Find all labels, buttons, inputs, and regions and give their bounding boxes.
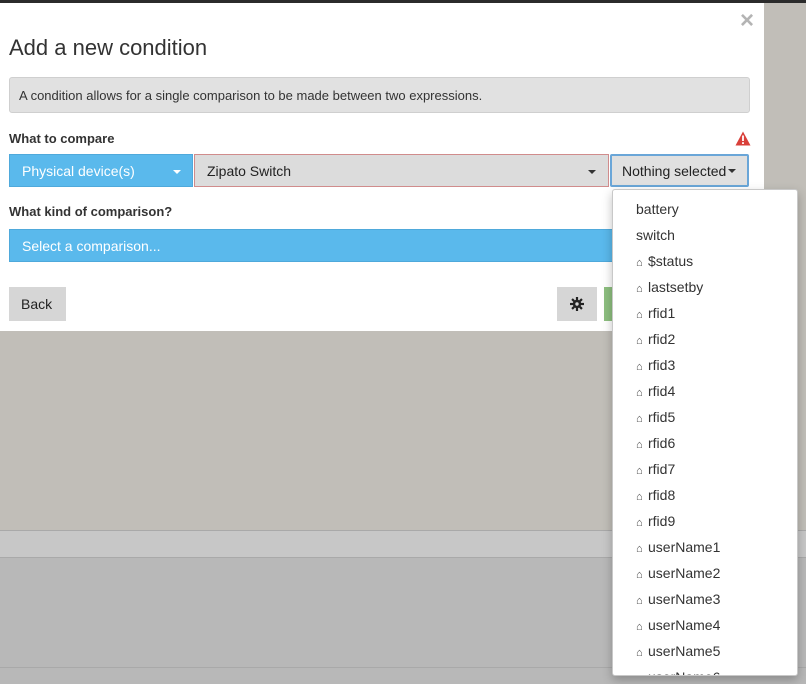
home-icon: ⌂ [636, 465, 643, 477]
home-icon: ⌂ [636, 621, 643, 633]
dropdown-item[interactable]: ⌂userName6 [613, 664, 797, 675]
what-to-compare-label: What to compare [9, 131, 115, 146]
device-select-value: Zipato Switch [207, 163, 292, 179]
dropdown-item-label: rfid8 [648, 487, 676, 503]
dropdown-item[interactable]: ⌂ rfid6 [613, 430, 797, 456]
attribute-dropdown-list: battery switch ⌂ $status ⌂ lastsetby ⌂ rfid1 ⌂ rf… [613, 196, 797, 675]
chevron-down-icon [728, 169, 736, 173]
home-icon: ⌂ [636, 491, 643, 503]
home-icon: ⌂ [636, 413, 643, 425]
physical-device-label: Physical device(s) [22, 163, 135, 179]
dropdown-item-label: rfid9 [648, 513, 676, 529]
dropdown-item-label: userName5 [648, 643, 721, 659]
dropdown-item-label: lastsetby [648, 279, 704, 295]
dropdown-item[interactable]: ⌂ rfid3 [613, 352, 797, 378]
dropdown-item[interactable]: ⌂ rfid7 [613, 456, 797, 482]
home-icon: ⌂ [636, 257, 643, 269]
attribute-select-value: Nothing selected [622, 163, 726, 179]
dropdown-item[interactable]: battery [613, 196, 797, 222]
attribute-select-button[interactable]: Nothing selected [610, 154, 749, 187]
dropdown-item-label: $status [648, 253, 694, 269]
dropdown-item-label: rfid2 [648, 331, 676, 347]
home-icon: ⌂ [636, 309, 643, 321]
dropdown-item-label: rfid3 [648, 357, 676, 373]
dropdown-item-label: rfid5 [648, 409, 676, 425]
comparison-label: What kind of comparison? [9, 204, 173, 219]
modal-title: Add a new condition [9, 35, 208, 60]
dropdown-item[interactable]: ⌂ userName1 [613, 534, 797, 560]
info-alert: A condition allows for a single comparis… [9, 77, 750, 113]
dropdown-item-label: rfid1 [648, 305, 676, 321]
comparison-placeholder: Select a comparison... [22, 238, 161, 254]
warning-icon [735, 131, 751, 146]
home-icon: ⌂ [636, 283, 643, 295]
dropdown-item[interactable]: ⌂ lastsetby [613, 274, 797, 300]
settings-button[interactable] [557, 287, 597, 321]
dropdown-item[interactable]: ⌂ userName3 [613, 586, 797, 612]
attribute-dropdown-menu: battery switch ⌂ $status ⌂ lastsetby ⌂ rfid1 ⌂ rf… [612, 189, 798, 676]
dropdown-item[interactable]: ⌂ userName2 [613, 560, 797, 586]
gear-icon [570, 297, 584, 311]
dropdown-item[interactable]: ⌂ rfid5 [613, 404, 797, 430]
dropdown-item-label: battery [636, 201, 679, 217]
dropdown-item[interactable]: switch [613, 222, 797, 248]
dropdown-item-label: rfid4 [648, 383, 676, 399]
home-icon: ⌂ [636, 543, 643, 555]
home-icon: ⌂ [636, 387, 643, 399]
dropdown-item[interactable]: ⌂ rfid2 [613, 326, 797, 352]
device-select[interactable]: Zipato Switch [194, 154, 609, 187]
dropdown-item[interactable]: ⌂ rfid1 [613, 300, 797, 326]
dropdown-item-label: userName2 [648, 565, 721, 581]
dropdown-item[interactable]: ⌂ userName4 [613, 612, 797, 638]
dropdown-item-label: rfid7 [648, 461, 676, 477]
dropdown-item-label: rfid6 [648, 435, 676, 451]
dropdown-item[interactable]: ⌂ rfid4 [613, 378, 797, 404]
physical-device-dropdown-button[interactable]: Physical device(s) [9, 154, 193, 187]
dropdown-item[interactable]: ⌂ rfid8 [613, 482, 797, 508]
home-icon: ⌂ [636, 647, 643, 659]
chevron-down-icon [588, 170, 596, 174]
chevron-down-icon [173, 170, 181, 174]
dropdown-item-label: userName4 [648, 617, 721, 633]
dropdown-item-label: userName1 [648, 539, 721, 555]
back-button[interactable]: Back [9, 287, 66, 321]
home-icon: ⌂ [636, 335, 643, 347]
dropdown-item-label: switch [636, 227, 675, 243]
home-icon: ⌂ [636, 666, 648, 675]
home-icon: ⌂ [636, 569, 643, 581]
comparison-select[interactable]: Select a comparison... [9, 229, 613, 262]
dropdown-item[interactable]: ⌂ userName5 [613, 638, 797, 664]
dropdown-item-label: userName6 [648, 669, 720, 675]
close-icon[interactable]: × [740, 9, 754, 33]
home-icon: ⌂ [636, 439, 643, 451]
dropdown-item[interactable]: ⌂ rfid9 [613, 508, 797, 534]
home-icon: ⌂ [636, 517, 643, 529]
dropdown-item-label: userName3 [648, 591, 721, 607]
dropdown-item[interactable]: ⌂ $status [613, 248, 797, 274]
home-icon: ⌂ [636, 361, 643, 373]
home-icon: ⌂ [636, 595, 643, 607]
